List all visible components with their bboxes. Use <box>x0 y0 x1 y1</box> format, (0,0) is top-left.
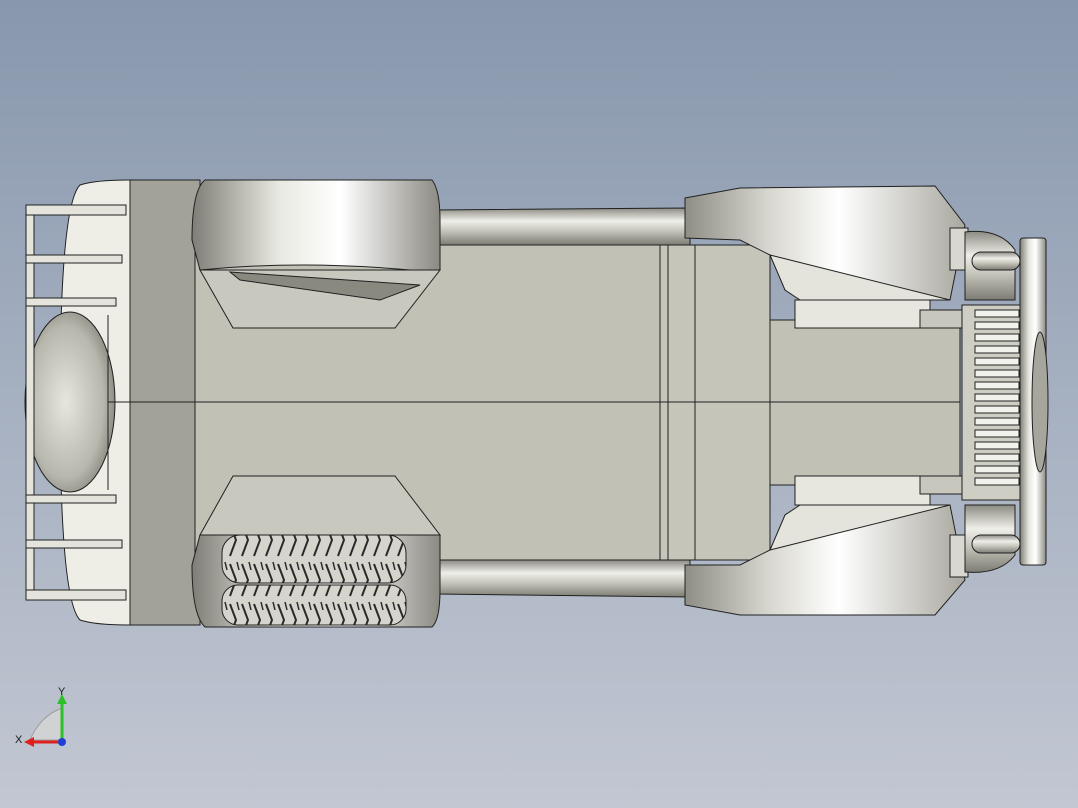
axis-triad: Y X <box>12 686 76 750</box>
z-axis-dot <box>58 738 66 746</box>
rear-fender-left <box>191 179 442 329</box>
truck-model-top-view[interactable] <box>0 0 1078 808</box>
rear-tire <box>221 534 407 626</box>
y-axis-label: Y <box>58 686 66 698</box>
x-axis-label: X <box>15 734 23 746</box>
cad-viewport[interactable]: Y X <box>0 0 1078 808</box>
